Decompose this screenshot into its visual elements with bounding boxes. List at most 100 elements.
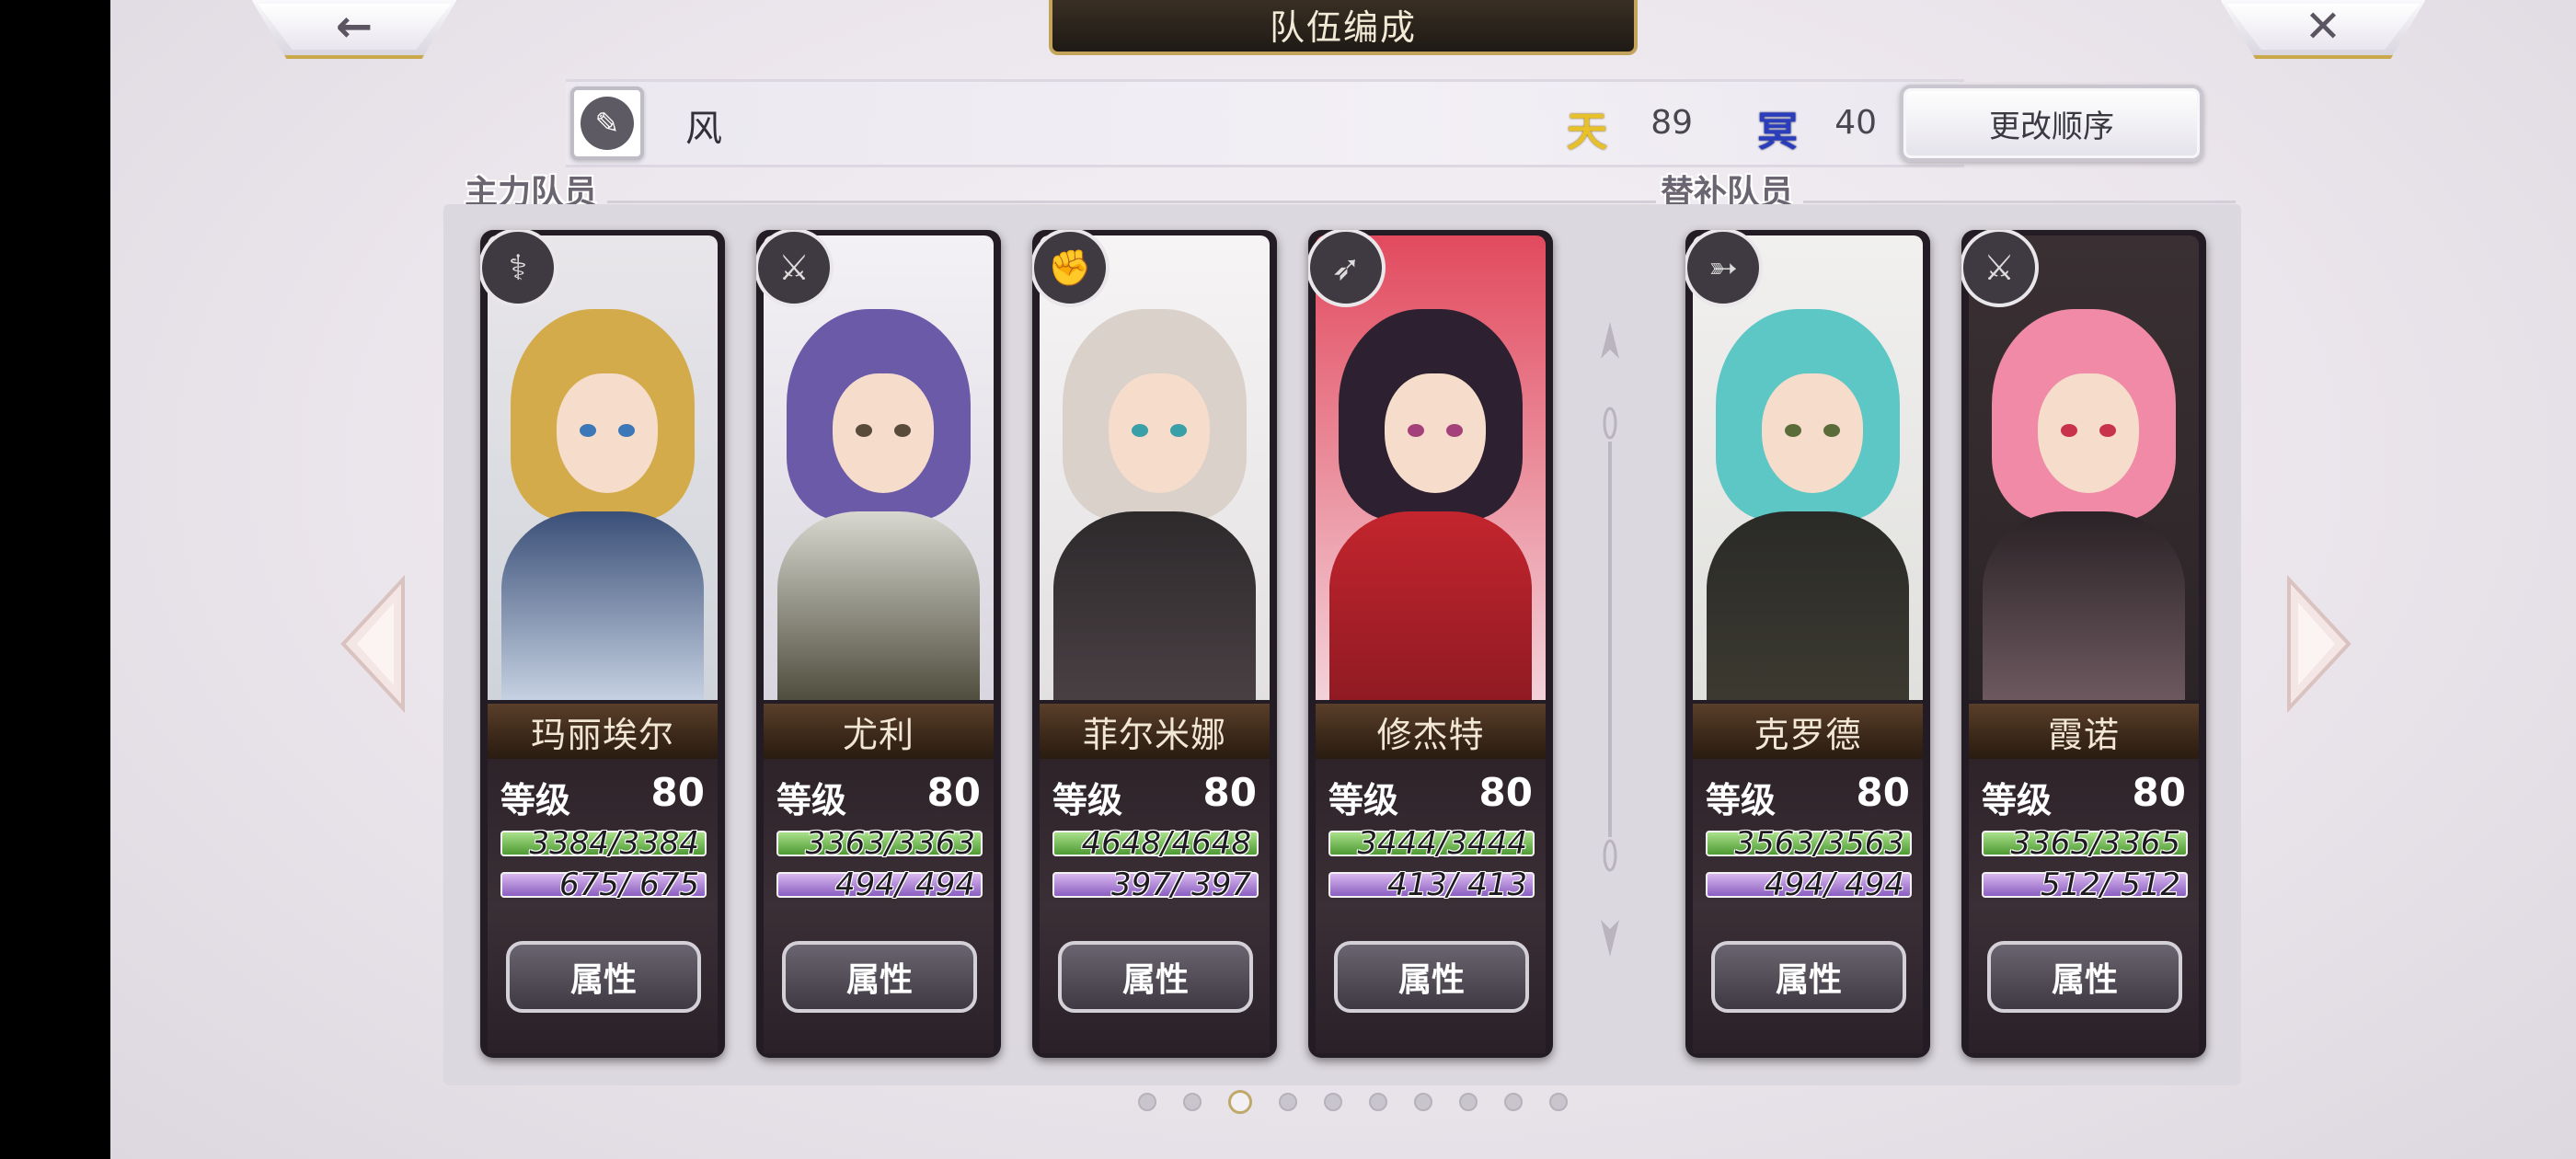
member-card[interactable]: ⚔ 尤利 等级 80 3363/3363 494/ 494 属性 (756, 230, 1001, 1058)
level-value: 80 (1478, 770, 1533, 815)
arrow-left-icon: ← (335, 1, 374, 52)
sky-value: 89 (1650, 104, 1693, 142)
attributes-button[interactable]: 属性 (1711, 941, 1906, 1013)
staff-icon: ⚕ (480, 230, 558, 307)
hp-bar: 3384/3384 (500, 825, 707, 862)
character-eye (1823, 424, 1840, 437)
mp-bar: 675/ 675 (500, 866, 707, 903)
attributes-button[interactable]: 属性 (1987, 941, 2182, 1013)
character-eye (2099, 424, 2116, 437)
page-dot[interactable] (1549, 1093, 1568, 1111)
character-name: 克罗德 (1693, 704, 1923, 759)
page-dot[interactable] (1324, 1093, 1342, 1111)
character-face (2038, 373, 2139, 493)
character-face (557, 373, 658, 493)
member-card[interactable]: ➳ 克罗德 等级 80 3563/3563 494/ 494 属性 (1685, 230, 1930, 1058)
hp-value: 3384/3384 (529, 825, 699, 862)
mp-bar: 413/ 413 (1328, 866, 1535, 903)
character-stats: 等级 80 3363/3363 494/ 494 属性 (764, 759, 994, 1053)
hp-bar: 3563/3563 (1706, 825, 1912, 862)
hp-value: 4648/4648 (1081, 825, 1251, 862)
back-button[interactable]: ← (248, 0, 460, 59)
character-name: 修杰特 (1316, 704, 1546, 759)
close-icon: ✕ (2304, 1, 2342, 52)
page-dot[interactable] (1279, 1093, 1297, 1111)
character-eye (1785, 424, 1801, 437)
character-eye (1446, 424, 1463, 437)
attributes-button[interactable]: 属性 (1058, 941, 1253, 1013)
katana-icon: ⚔ (756, 230, 834, 307)
level-label: 等级 (776, 780, 847, 820)
page-dot[interactable] (1138, 1093, 1156, 1111)
team-name: 风 (685, 108, 722, 150)
character-face (1109, 373, 1210, 493)
character-face (1385, 373, 1486, 493)
level-label: 等级 (1982, 780, 2053, 820)
character-name: 玛丽埃尔 (488, 704, 718, 759)
character-eye (1408, 424, 1424, 437)
character-outfit (1707, 511, 1909, 700)
character-eye (1170, 424, 1187, 437)
fist-icon: ✊ (1032, 230, 1110, 307)
team-info-bar: ✎ 风 天 89 冥 40 (566, 79, 1964, 167)
page-dot[interactable] (1228, 1090, 1252, 1114)
attributes-button[interactable]: 属性 (1334, 941, 1529, 1013)
character-stats: 等级 80 4648/4648 397/ 397 属性 (1040, 759, 1270, 1053)
sky-element-icon: 天 (1567, 109, 1607, 155)
bow-icon: ➳ (1685, 230, 1763, 307)
next-team-arrow[interactable] (2280, 575, 2353, 713)
hp-value: 3563/3563 (1734, 825, 1904, 862)
character-eye (618, 424, 635, 437)
hp-bar: 4648/4648 (1052, 825, 1259, 862)
team-divider-ornament (1601, 322, 1619, 957)
underworld-value: 40 (1834, 104, 1877, 142)
character-outfit (1329, 511, 1532, 700)
mp-bar: 494/ 494 (1706, 866, 1912, 903)
section-divider (1803, 201, 2236, 203)
sword-icon: ⚔ (1961, 230, 2039, 307)
character-face (833, 373, 934, 493)
character-stats: 等级 80 3365/3365 512/ 512 属性 (1969, 759, 2199, 1053)
level-value: 80 (1856, 770, 1910, 815)
hp-bar: 3365/3365 (1982, 825, 2188, 862)
page-dot[interactable] (1504, 1093, 1523, 1111)
character-face (1762, 373, 1863, 493)
section-divider (607, 201, 1656, 203)
quill-icon: ✎ (581, 97, 634, 150)
page-dot[interactable] (1414, 1093, 1432, 1111)
level-label: 等级 (1706, 780, 1777, 820)
character-eye (894, 424, 911, 437)
page-dot[interactable] (1369, 1093, 1387, 1111)
attributes-button[interactable]: 属性 (782, 941, 977, 1013)
level-value: 80 (926, 770, 981, 815)
level-value: 80 (650, 770, 705, 815)
character-name: 尤利 (764, 704, 994, 759)
member-card[interactable]: ➶ 修杰特 等级 80 3444/3444 413/ 413 属性 (1308, 230, 1553, 1058)
hp-bar: 3363/3363 (776, 825, 983, 862)
character-eye (1132, 424, 1148, 437)
level-value: 80 (2132, 770, 2186, 815)
hp-value: 3444/3444 (1357, 825, 1527, 862)
mp-bar: 494/ 494 (776, 866, 983, 903)
character-eye (2061, 424, 2077, 437)
edit-team-name-button[interactable]: ✎ (570, 86, 644, 160)
character-eye (580, 424, 596, 437)
attributes-button[interactable]: 属性 (506, 941, 701, 1013)
member-card[interactable]: ⚕ 玛丽埃尔 等级 80 3384/3384 675/ 675 属性 (480, 230, 725, 1058)
close-button[interactable]: ✕ (2217, 0, 2429, 59)
member-card[interactable]: ✊ 菲尔米娜 等级 80 4648/4648 397/ 397 属性 (1032, 230, 1277, 1058)
change-order-button[interactable]: 更改顺序 (1900, 85, 2203, 162)
character-outfit (501, 511, 704, 700)
level-label: 等级 (500, 780, 571, 820)
previous-team-arrow[interactable] (339, 575, 412, 713)
mp-bar: 397/ 397 (1052, 866, 1259, 903)
page-dot[interactable] (1459, 1093, 1478, 1111)
member-card[interactable]: ⚔ 霞诺 等级 80 3365/3365 512/ 512 属性 (1961, 230, 2206, 1058)
underworld-element-icon: 冥 (1757, 109, 1798, 155)
hp-value: 3365/3365 (2010, 825, 2180, 862)
mp-bar: 512/ 512 (1982, 866, 2188, 903)
game-screen: ← 队伍编成 ✕ ✎ 风 天 89 冥 40 更改顺序 主力队员 替补队员 ⚕ … (110, 0, 2576, 1159)
page-dot[interactable] (1183, 1093, 1202, 1111)
mp-value: 675/ 675 (558, 866, 699, 903)
team-page-dots (1138, 1090, 1568, 1114)
